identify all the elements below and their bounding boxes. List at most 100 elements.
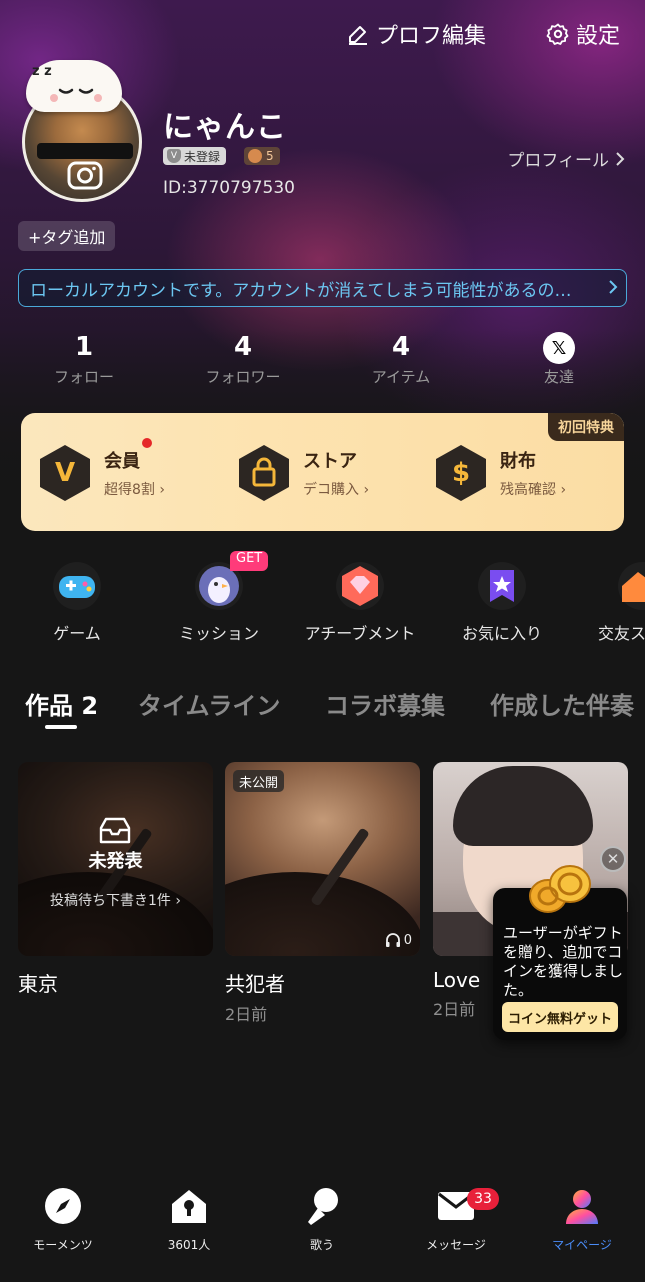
feature-achievement-label: アチーブメント <box>304 624 416 643</box>
chevron-right-icon <box>616 151 625 166</box>
local-account-notice[interactable]: ローカルアカウントです。アカウントが消えてしまう可能性があるの… <box>18 269 627 307</box>
diamond-achievement-icon <box>336 562 384 610</box>
sleeping-mascot-frame: z z <box>26 60 122 112</box>
compass-icon <box>43 1186 83 1226</box>
feature-game-label: ゲーム <box>53 624 101 643</box>
work-card[interactable]: 未発表 投稿待ち下書き1件 › 東京 <box>18 762 213 997</box>
first-time-ribbon: 初回特典 <box>548 413 624 441</box>
username: にゃんこ <box>163 110 287 145</box>
edit-profile-button[interactable]: プロフ編集 <box>346 18 486 50</box>
notification-dot <box>142 438 152 448</box>
tab-collab[interactable]: コラボ募集 <box>325 686 445 721</box>
feature-mission-label: ミッション <box>178 624 259 643</box>
stat-items[interactable]: 4 アイテム <box>341 332 461 387</box>
lock-icon <box>237 443 291 503</box>
feature-mission[interactable]: ミッション <box>159 562 279 644</box>
wallet-entry[interactable]: $ 財布 残高確認 › <box>434 443 566 503</box>
nav-rooms[interactable]: 3601人 <box>129 1186 249 1253</box>
nav-sing[interactable]: 歌う <box>262 1186 382 1253</box>
feature-favorites-label: お気に入り <box>461 624 542 643</box>
work-thumbnail: 未発表 投稿待ち下書き1件 › <box>18 762 213 956</box>
level-badge[interactable]: 5 <box>244 147 280 165</box>
feature-friendship[interactable]: 交友ス <box>578 562 645 644</box>
feature-achievement[interactable]: アチーブメント <box>300 562 420 644</box>
vip-icon: V <box>38 443 92 503</box>
dollar-icon: $ <box>434 443 488 503</box>
microphone-icon <box>302 1186 342 1226</box>
work-title: 共犯者 <box>225 972 285 996</box>
feature-friendship-label: 交友ス <box>598 624 645 643</box>
camera-icon[interactable] <box>67 160 103 190</box>
nav-sing-label: 歌う <box>309 1238 334 1252</box>
get-badge: GET <box>230 551 269 571</box>
work-thumbnail: 未公開 0 <box>225 762 420 956</box>
feature-favorites[interactable]: お気に入り <box>442 562 562 644</box>
items-count: 4 <box>391 332 411 362</box>
sunglasses-decoration <box>37 143 133 159</box>
star-bookmark-icon <box>478 562 526 610</box>
unregistered-label: 未登録 <box>184 149 221 164</box>
nav-mypage-label: マイページ <box>552 1238 612 1252</box>
house-keyhole-icon <box>169 1186 209 1226</box>
stat-followers[interactable]: 4 フォロワー <box>183 332 303 387</box>
profile-link[interactable]: プロフィール <box>507 146 625 171</box>
pencil-icon <box>349 26 367 45</box>
x-logo-icon: 𝕏 <box>543 332 575 364</box>
close-icon[interactable]: ✕ <box>600 846 626 872</box>
bronze-medal-icon <box>248 149 262 163</box>
benefits-card: 初回特典 V 会員 超得8割 › ストア デコ購入 › $ 財布 残高確認 › <box>21 413 624 531</box>
bottom-navigation: モーメンツ 3601人 歌う メッセージ マイページ <box>0 1170 645 1282</box>
popup-message: ユーザーがギフトを贈り、追加でコインを獲得しました。 <box>503 924 624 999</box>
wallet-title: 財布 <box>500 451 536 472</box>
following-count: 1 <box>74 332 94 362</box>
chevron-right-icon <box>609 280 618 294</box>
membership-entry[interactable]: V 会員 超得8割 › <box>38 443 165 503</box>
following-label: フォロー <box>53 368 114 386</box>
work-card[interactable]: 未公開 0 共犯者 2日前 <box>225 762 420 1025</box>
gamepad-icon <box>53 562 101 610</box>
nav-moments-label: モーメンツ <box>33 1238 93 1252</box>
work-title: 東京 <box>18 972 58 996</box>
items-label: アイテム <box>371 368 431 386</box>
tab-accompaniments[interactable]: 作成した伴奏 <box>490 686 634 721</box>
free-coin-button[interactable]: コイン無料ゲット <box>502 1002 618 1032</box>
store-entry[interactable]: ストア デコ購入 › <box>237 443 369 503</box>
gold-coins-icon <box>529 865 591 913</box>
settings-label: 設定 <box>576 24 621 49</box>
tab-works[interactable]: 作品 2 <box>25 686 98 721</box>
headphones-icon <box>385 933 400 947</box>
user-id: ID:3770797530 <box>163 178 295 198</box>
add-tag-button[interactable]: +タグ追加 <box>18 221 116 251</box>
tab-timeline[interactable]: タイムライン <box>138 686 280 721</box>
inbox-tray-icon <box>99 817 131 844</box>
stat-friends[interactable]: 𝕏 友達 <box>499 332 619 387</box>
followers-label: フォロワー <box>205 368 281 386</box>
house-icon <box>618 562 645 610</box>
notice-text: ローカルアカウントです。アカウントが消えてしまう可能性があるの… <box>30 280 572 301</box>
active-tab-indicator <box>45 725 77 729</box>
wallet-subtitle: 残高確認 › <box>500 482 567 498</box>
nav-mypage[interactable]: マイページ <box>522 1186 642 1253</box>
nav-messages-label: メッセージ <box>426 1238 486 1252</box>
avatar[interactable]: z z <box>22 60 142 202</box>
work-date: 2日前 <box>225 1005 268 1024</box>
settings-button[interactable]: 設定 <box>546 18 620 50</box>
level-value: 5 <box>266 149 274 163</box>
membership-title: 会員 <box>104 451 140 472</box>
portrait-hair <box>453 766 593 846</box>
feature-game[interactable]: ゲーム <box>17 562 137 644</box>
store-subtitle: デコ購入 › <box>303 482 370 498</box>
stat-following[interactable]: 1 フォロー <box>24 332 144 387</box>
nav-moments[interactable]: モーメンツ <box>3 1186 123 1253</box>
followers-count: 4 <box>233 332 253 362</box>
store-title: ストア <box>303 451 357 472</box>
add-tag-label: +タグ追加 <box>28 228 106 247</box>
nav-rooms-label: 3601人 <box>167 1238 211 1252</box>
draft-count[interactable]: 投稿待ち下書き1件 › <box>18 890 213 910</box>
unregistered-badge[interactable]: V 未登録 <box>163 147 227 165</box>
friends-label: 友達 <box>543 368 574 386</box>
v-shield-icon: V <box>167 149 181 163</box>
gear-icon <box>546 23 569 45</box>
x-logo-wrapper: 𝕏 <box>499 332 619 364</box>
play-count: 0 <box>385 932 412 948</box>
